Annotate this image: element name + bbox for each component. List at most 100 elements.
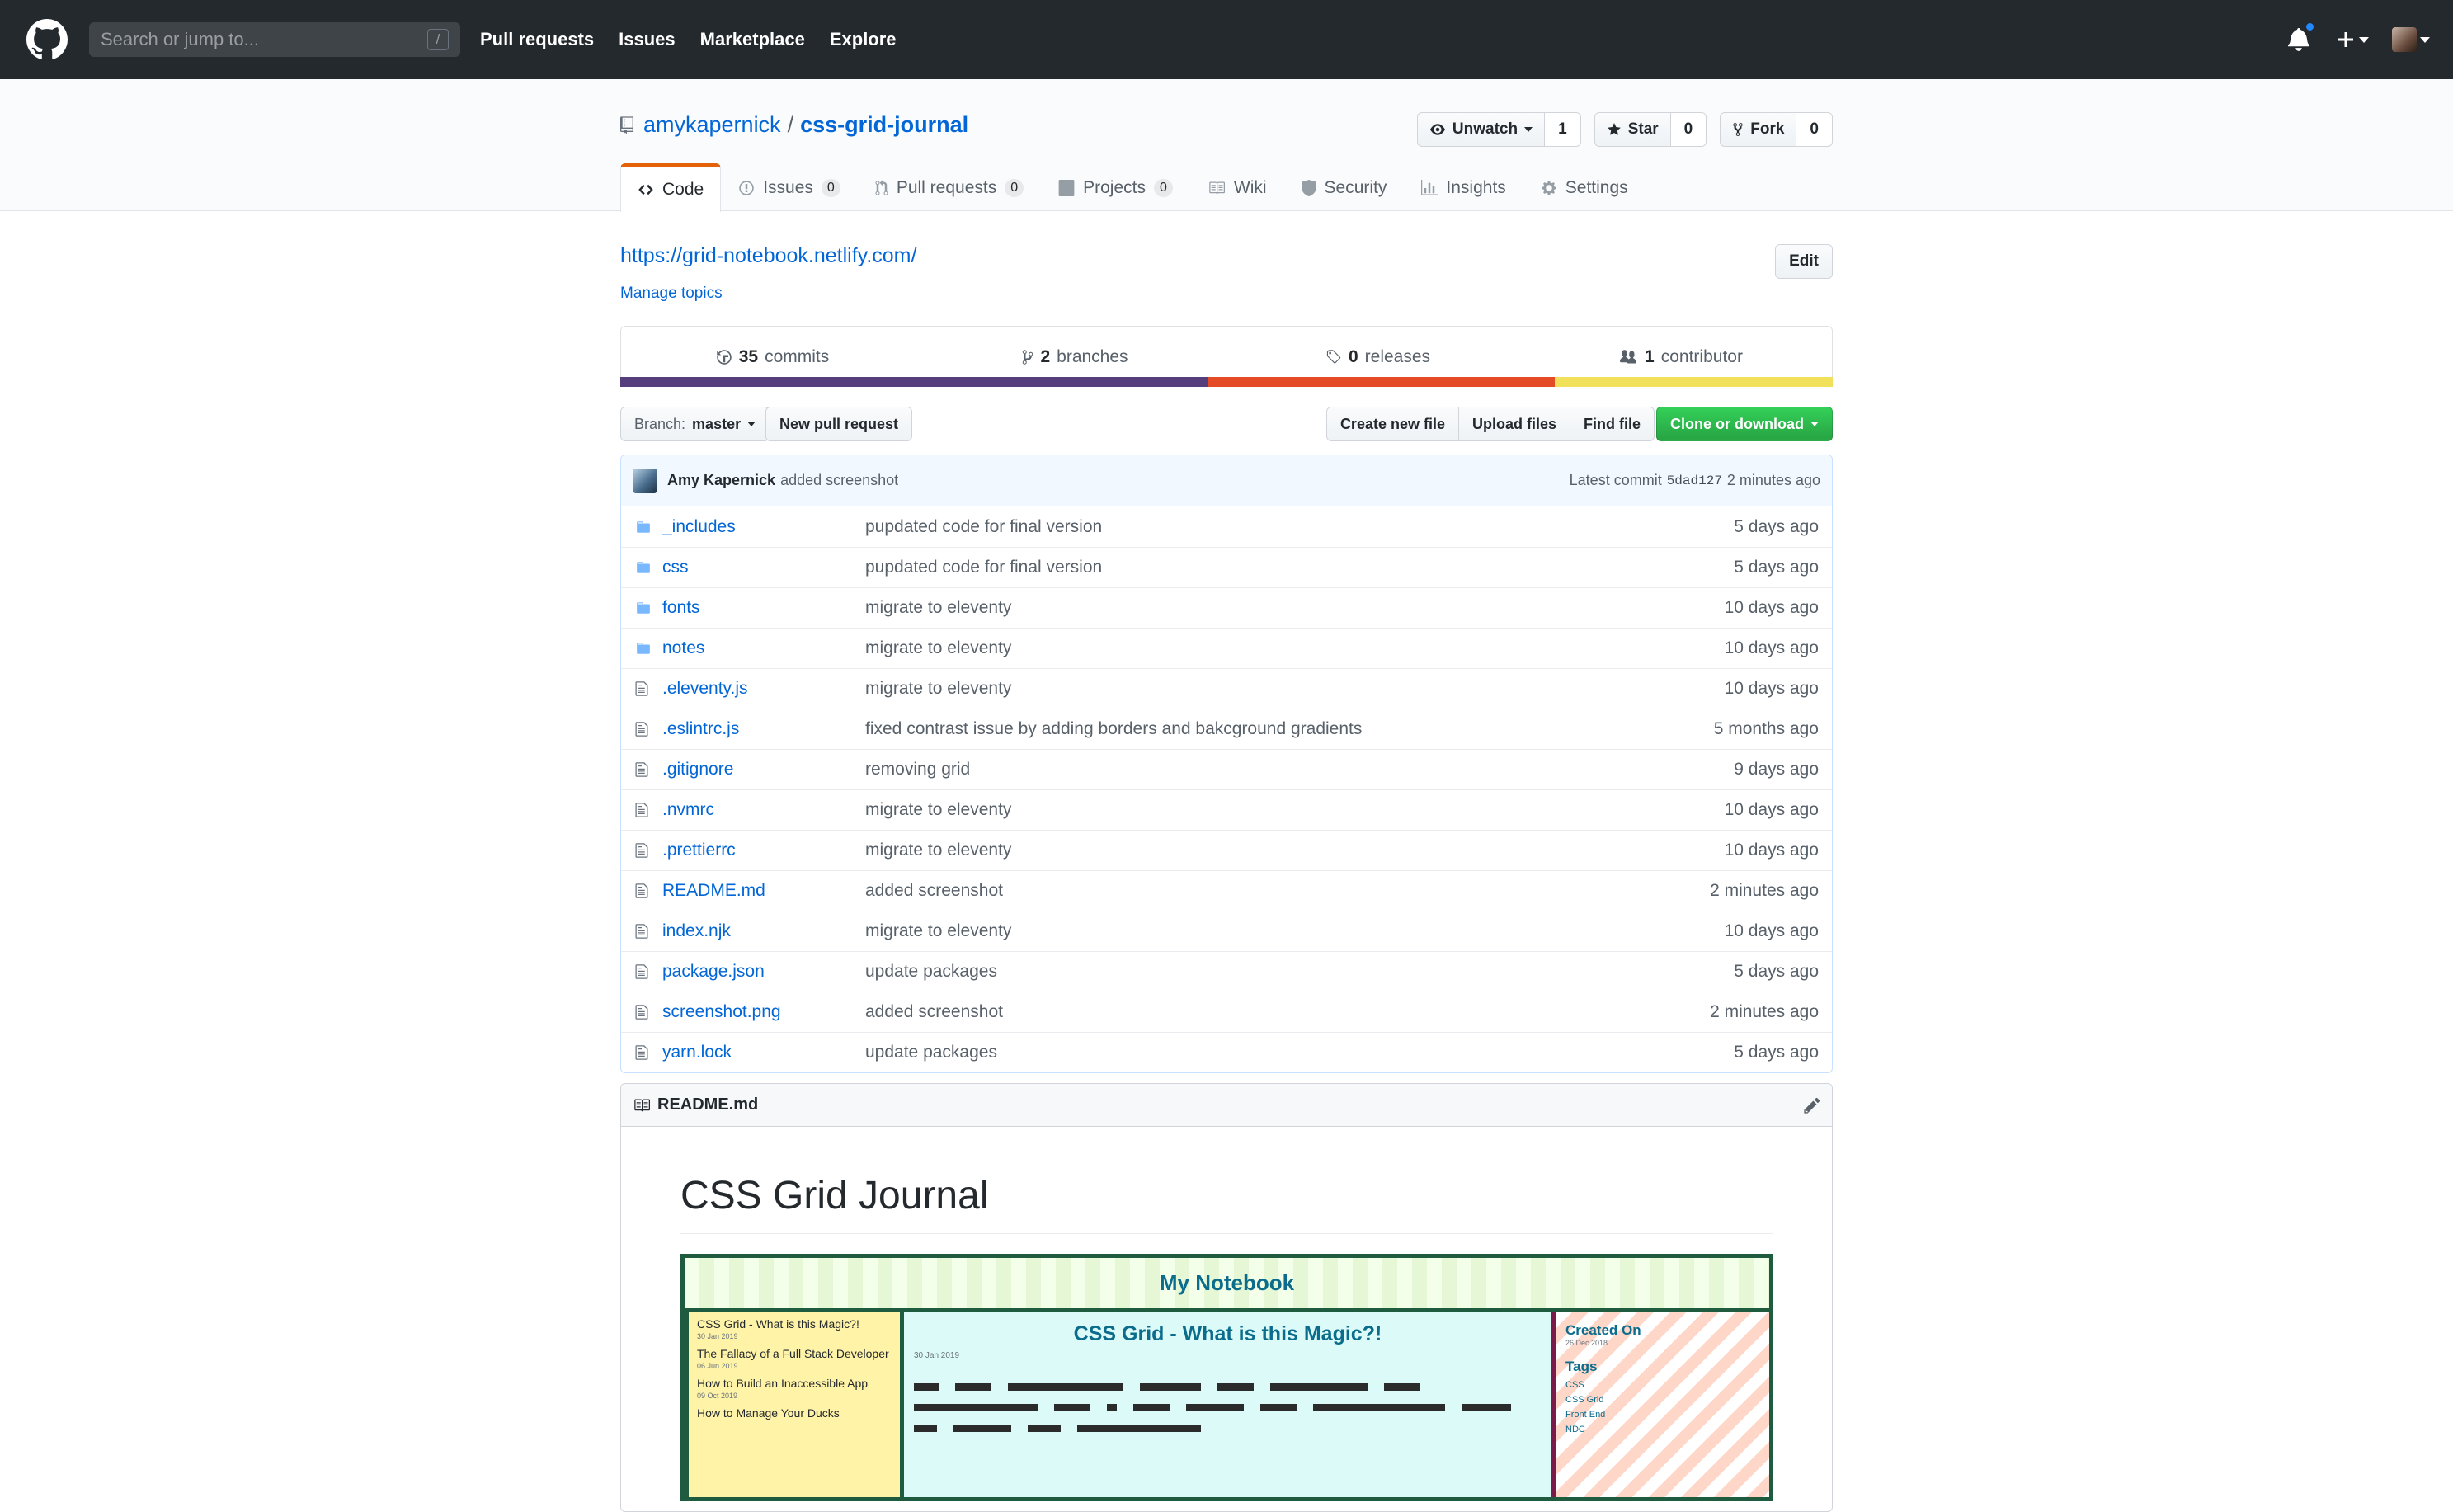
commit-age: 2 minutes ago [1726, 472, 1820, 488]
create-new-file-button[interactable]: Create new file [1325, 407, 1459, 441]
clone-label: Clone or download [1670, 415, 1804, 432]
manage-topics-link[interactable]: Manage topics [620, 285, 1833, 303]
file-commit-message-link[interactable]: migrate to eleventy [865, 921, 1725, 941]
file-name-link[interactable]: package.json [659, 962, 865, 982]
nav-issues[interactable]: Issues [619, 29, 676, 50]
nav-explore[interactable]: Explore [830, 29, 897, 50]
file-commit-message-link[interactable]: update packages [865, 962, 1734, 982]
tab-insights[interactable]: Insights [1404, 163, 1523, 212]
create-new-dropdown[interactable] [2336, 30, 2369, 49]
file-name-link[interactable]: .nvmrc [659, 800, 865, 820]
file-commit-message-link[interactable]: removing grid [865, 760, 1734, 780]
file-icon [635, 1045, 648, 1060]
file-commit-message-link[interactable]: added screenshot [865, 881, 1710, 901]
tab-pull-requests[interactable]: Pull requests 0 [858, 163, 1041, 212]
screenshot-tag: CSS Grid [1565, 1395, 1604, 1405]
nav-marketplace[interactable]: Marketplace [700, 29, 805, 50]
file-name-link[interactable]: .gitignore [659, 760, 865, 780]
pencil-icon[interactable] [1804, 1096, 1820, 1114]
repo-icon [620, 115, 633, 134]
file-name-link[interactable]: notes [659, 638, 865, 658]
tab-label: Insights [1446, 178, 1506, 197]
file-row: screenshot.png added screenshot 2 minutes … [621, 992, 1832, 1032]
branch-select-button[interactable]: Branch: master [620, 407, 770, 441]
file-commit-message-link[interactable]: migrate to eleventy [865, 598, 1725, 618]
file-commit-message-link[interactable]: migrate to eleventy [865, 679, 1725, 699]
book-icon [1209, 181, 1225, 195]
repo-owner-link[interactable]: amykapernick [643, 112, 781, 138]
watchers-count[interactable]: 1 [1545, 112, 1581, 147]
readme-screenshot[interactable]: My Notebook CSS Grid - What is this Magi… [680, 1254, 1773, 1501]
language-bar[interactable] [620, 377, 1833, 387]
file-name-link[interactable]: index.njk [659, 921, 865, 941]
search-box[interactable]: / [89, 22, 460, 57]
file-commit-message-link[interactable]: fixed contrast issue by adding borders a… [865, 719, 1714, 739]
file-age: 10 days ago [1724, 638, 1819, 657]
forks-count[interactable]: 0 [1796, 112, 1833, 147]
file-commit-message-link[interactable]: migrate to eleventy [865, 841, 1725, 860]
tab-code[interactable]: Code [620, 163, 722, 212]
search-input[interactable] [101, 29, 427, 50]
tab-projects[interactable]: Projects 0 [1041, 163, 1190, 212]
screenshot-tag: CSS [1565, 1380, 1584, 1390]
unwatch-button[interactable]: Unwatch [1416, 112, 1546, 147]
star-group: Star 0 [1594, 112, 1707, 147]
tab-security[interactable]: Security [1284, 163, 1405, 212]
file-type-icon [634, 883, 659, 899]
tab-settings[interactable]: Settings [1523, 163, 1646, 212]
avatar[interactable] [633, 468, 657, 493]
file-name-link[interactable]: README.md [659, 881, 865, 901]
file-commit-message-link[interactable]: migrate to eleventy [865, 800, 1725, 820]
find-file-button[interactable]: Find file [1570, 407, 1655, 441]
clone-download-button[interactable]: Clone or download [1656, 407, 1833, 441]
commit-sha-link[interactable]: 5dad127 [1667, 473, 1722, 488]
stars-count[interactable]: 0 [1670, 112, 1707, 147]
commit-message-link[interactable]: added screenshot [780, 472, 898, 489]
file-name-link[interactable]: fonts [659, 598, 865, 618]
file-name-link[interactable]: yarn.lock [659, 1043, 865, 1062]
repo-homepage-link[interactable]: https://grid-notebook.netlify.com/ [620, 244, 916, 267]
tab-wiki[interactable]: Wiki [1190, 163, 1284, 212]
tags-label: Tags [1565, 1359, 1598, 1374]
github-logo-icon[interactable] [26, 19, 68, 60]
edit-description-button[interactable]: Edit [1775, 244, 1833, 279]
repo-name-link[interactable]: css-grid-journal [800, 112, 968, 138]
file-age: 10 days ago [1724, 921, 1819, 940]
file-name-link[interactable]: css [659, 558, 865, 577]
user-menu-dropdown[interactable] [2392, 27, 2430, 52]
screenshot-tag: NDC [1565, 1425, 1585, 1434]
nav-pull-requests[interactable]: Pull requests [480, 29, 594, 50]
file-commit-message-link[interactable]: added screenshot [865, 1002, 1710, 1022]
tab-issues[interactable]: Issues 0 [721, 163, 858, 212]
language-segment[interactable] [1555, 377, 1833, 387]
new-pull-request-button[interactable]: New pull request [765, 407, 913, 441]
file-commit-message-link[interactable]: update packages [865, 1043, 1734, 1062]
file-name-link[interactable]: _includes [659, 517, 865, 537]
file-name-link[interactable]: .prettierrc [659, 841, 865, 860]
branches-label: branches [1057, 346, 1128, 366]
upload-files-button[interactable]: Upload files [1457, 407, 1570, 441]
file-name-link[interactable]: .eslintrc.js [659, 719, 865, 739]
language-segment[interactable] [620, 377, 1208, 387]
file-age: 10 days ago [1724, 679, 1819, 698]
file-icon [635, 883, 648, 898]
screenshot-sidebar: CSS Grid - What is this Magic?! 30 Jan 20… [685, 1312, 904, 1497]
language-segment[interactable] [1208, 377, 1556, 387]
repo-title: amykapernick / css-grid-journal Unwatch … [620, 112, 1833, 147]
file-name-link[interactable]: screenshot.png [659, 1002, 865, 1022]
pull-request-icon [875, 180, 888, 195]
commit-author-link[interactable]: Amy Kapernick [667, 472, 775, 489]
star-button[interactable]: Star [1594, 112, 1671, 147]
contributors-label: contributor [1660, 346, 1743, 366]
notifications-button[interactable] [2288, 21, 2315, 53]
issues-counter: 0 [821, 179, 840, 197]
file-name-link[interactable]: .eleventy.js [659, 679, 865, 699]
file-commit-message-link[interactable]: pupdated code for final version [865, 558, 1734, 577]
fork-button[interactable]: Fork [1720, 112, 1797, 147]
file-icon [635, 843, 648, 858]
file-age: 10 days ago [1724, 841, 1819, 860]
file-row: _includes pupdated code for final version… [621, 506, 1832, 547]
file-commit-message-link[interactable]: migrate to eleventy [865, 638, 1725, 658]
pull-requests-counter: 0 [1005, 179, 1024, 197]
file-commit-message-link[interactable]: pupdated code for final version [865, 517, 1734, 537]
